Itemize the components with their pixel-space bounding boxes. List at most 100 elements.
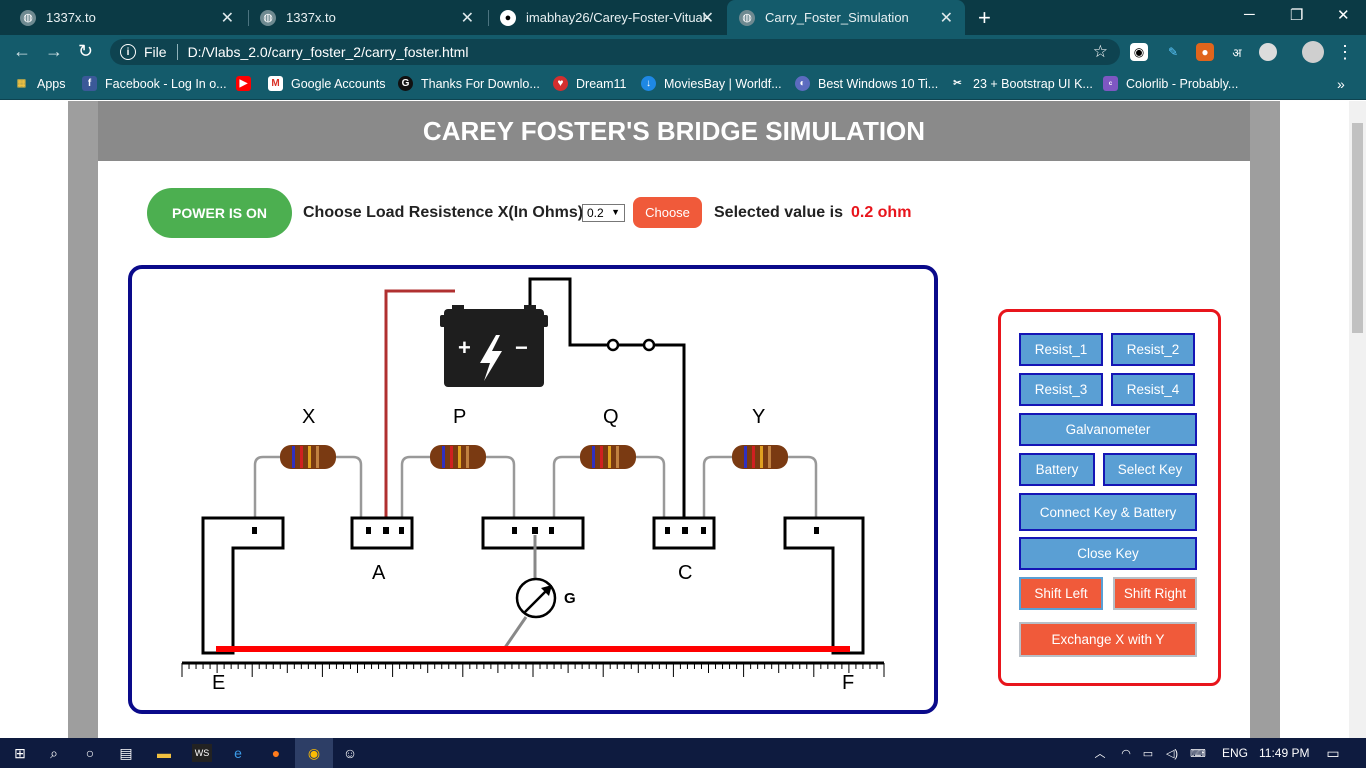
new-tab-plus-icon[interactable]: + bbox=[978, 5, 991, 31]
browser-tab-active[interactable]: ◍ Carry_Foster_Simulation ✕ bbox=[727, 0, 965, 35]
firefox-icon[interactable]: ● bbox=[266, 744, 286, 762]
close-tab-icon[interactable]: ✕ bbox=[461, 8, 474, 28]
shift-right-button[interactable]: Shift Right bbox=[1113, 577, 1197, 610]
battery-button[interactable]: Battery bbox=[1019, 453, 1095, 486]
facebook-icon: f bbox=[82, 76, 97, 91]
address-bar[interactable]: i File D:/Vlabs_2.0/carry_foster_2/carry… bbox=[110, 39, 1120, 65]
info-icon[interactable]: i bbox=[120, 44, 136, 60]
bookmark-google-accounts[interactable]: M Google Accounts bbox=[268, 76, 386, 91]
bookmark-facebook[interactable]: f Facebook - Log In o... bbox=[82, 76, 227, 91]
close-tab-icon[interactable]: ✕ bbox=[940, 8, 953, 28]
key-wire bbox=[654, 343, 686, 529]
bookmark-colorlib[interactable]: c Colorlib - Probably... bbox=[1103, 76, 1238, 91]
terminal-screws bbox=[252, 527, 819, 534]
address-scheme: File bbox=[144, 44, 167, 60]
exchange-x-y-button[interactable]: Exchange X with Y bbox=[1019, 622, 1197, 657]
page-title: CAREY FOSTER'S BRIDGE SIMULATION bbox=[98, 101, 1250, 161]
apps-grid-icon: ▦ bbox=[16, 78, 27, 89]
webstorm-icon[interactable]: WS bbox=[192, 744, 212, 762]
galvanometer-button[interactable]: Galvanometer bbox=[1019, 413, 1197, 446]
colorlib-icon: c bbox=[1103, 76, 1118, 91]
tray-chevron-icon[interactable]: ︿ bbox=[1090, 744, 1110, 762]
key-terminal-left[interactable] bbox=[606, 338, 620, 352]
extension-reader-icon[interactable]: ◉ bbox=[1130, 43, 1148, 61]
search-icon[interactable]: ⌕ bbox=[44, 744, 64, 762]
bookmark-thanks[interactable]: G Thanks For Downlo... bbox=[398, 76, 540, 91]
key-terminal-right[interactable] bbox=[642, 338, 656, 352]
terminal-block-e bbox=[201, 516, 285, 655]
resist-4-button[interactable]: Resist_4 bbox=[1111, 373, 1195, 406]
battery-plus-symbol: + bbox=[458, 335, 471, 360]
browser-tab[interactable]: ◍ 1337x.to ✕ bbox=[248, 0, 486, 35]
reload-icon[interactable]: ↻ bbox=[78, 41, 93, 62]
close-tab-icon[interactable]: ✕ bbox=[701, 8, 714, 28]
extension-hindi-icon[interactable]: अ bbox=[1228, 43, 1246, 61]
clock[interactable]: 11:49 PM bbox=[1259, 746, 1309, 760]
circuit-diagram: + − X P Q Y A C G E F bbox=[181, 277, 885, 694]
shift-left-button[interactable]: Shift Left bbox=[1019, 577, 1103, 610]
scrollbar-thumb[interactable] bbox=[1352, 123, 1363, 333]
resist-1-button[interactable]: Resist_1 bbox=[1019, 333, 1103, 366]
resistor-x[interactable] bbox=[253, 445, 363, 529]
bookmark-youtube[interactable]: ▶ bbox=[236, 76, 259, 91]
battery-tray-icon[interactable]: ▭ bbox=[1138, 744, 1158, 762]
resist-2-button[interactable]: Resist_2 bbox=[1111, 333, 1195, 366]
node-label-a: A bbox=[372, 562, 386, 584]
forward-arrow-icon[interactable]: → bbox=[45, 41, 63, 62]
avatar[interactable] bbox=[1302, 41, 1324, 63]
browser-tab-strip: ◍ 1337x.to ✕ ◍ 1337x.to ✕ ● imabhay26/Ca… bbox=[0, 0, 1366, 35]
volume-icon[interactable]: ◁) bbox=[1162, 744, 1182, 762]
battery-icon[interactable]: + − bbox=[440, 305, 548, 387]
select-key-button[interactable]: Select Key bbox=[1103, 453, 1197, 486]
menu-dots-icon[interactable]: ⋮ bbox=[1336, 42, 1354, 62]
back-arrow-icon[interactable]: ← bbox=[13, 41, 31, 62]
resistor-y[interactable] bbox=[702, 445, 818, 529]
chrome-icon[interactable]: ◉ bbox=[295, 738, 333, 768]
connect-key-battery-button[interactable]: Connect Key & Battery bbox=[1019, 493, 1197, 531]
jockey-wire bbox=[502, 616, 528, 650]
close-key-button[interactable]: Close Key bbox=[1019, 537, 1197, 570]
choose-button[interactable]: Choose bbox=[633, 197, 702, 228]
galvanometer-icon[interactable] bbox=[515, 577, 557, 619]
bookmark-apps[interactable]: ▦ Apps bbox=[14, 76, 66, 91]
resistor-q[interactable] bbox=[552, 445, 666, 529]
tab-title: 1337x.to bbox=[286, 10, 336, 25]
gmail-icon: M bbox=[268, 76, 283, 91]
bookmark-moviesbay[interactable]: ↓ MoviesBay | Worldf... bbox=[641, 76, 782, 91]
browser-tab[interactable]: ● imabhay26/Carey-Foster-Vitual-L ✕ bbox=[488, 0, 726, 35]
cortana-icon[interactable]: ○ bbox=[80, 744, 100, 762]
file-explorer-icon[interactable]: ▬ bbox=[154, 744, 174, 762]
maximize-icon[interactable]: ❐ bbox=[1290, 6, 1303, 24]
edge-icon[interactable]: e bbox=[228, 744, 248, 762]
feedback-icon[interactable]: ☺ bbox=[340, 744, 360, 762]
bookmark-star-icon[interactable]: ☆ bbox=[1093, 42, 1108, 62]
windows-tips-icon: ◐ bbox=[795, 76, 810, 91]
resist-3-button[interactable]: Resist_3 bbox=[1019, 373, 1103, 406]
bookmark-windows-tips[interactable]: ◐ Best Windows 10 Ti... bbox=[795, 76, 938, 91]
resistor-p[interactable] bbox=[400, 445, 516, 529]
resistor-label-q: Q bbox=[603, 406, 619, 428]
keyboard-icon[interactable]: ⌨ bbox=[1188, 744, 1208, 762]
bookmark-bootstrap[interactable]: ✂ 23 + Bootstrap UI K... bbox=[950, 76, 1093, 91]
tab-title: 1337x.to bbox=[46, 10, 96, 25]
task-view-icon[interactable]: ▤ bbox=[116, 744, 136, 762]
close-tab-icon[interactable]: ✕ bbox=[221, 8, 234, 28]
more-bookmarks-chevron-icon[interactable]: » bbox=[1337, 76, 1345, 92]
browser-tab[interactable]: ◍ 1337x.to ✕ bbox=[8, 0, 246, 35]
page-viewport: CAREY FOSTER'S BRIDGE SIMULATION POWER I… bbox=[0, 101, 1366, 738]
minimize-icon[interactable]: ─ bbox=[1244, 6, 1255, 23]
wifi-icon[interactable]: ◠ bbox=[1116, 744, 1136, 762]
extension-circle-icon[interactable] bbox=[1259, 43, 1277, 61]
power-button[interactable]: POWER IS ON bbox=[147, 188, 292, 238]
extension-fox-icon[interactable]: ● bbox=[1196, 43, 1214, 61]
selected-value-label: Selected value is bbox=[714, 204, 843, 221]
resistance-select[interactable]: 0.2 ▼ bbox=[582, 204, 625, 222]
notifications-icon[interactable]: ▭ bbox=[1323, 744, 1343, 762]
resistor-label-x: X bbox=[302, 406, 315, 428]
close-window-icon[interactable]: ✕ bbox=[1337, 6, 1350, 24]
windows-start-icon[interactable]: ⊞ bbox=[10, 744, 30, 762]
extension-dropper-icon[interactable]: ✎ bbox=[1164, 43, 1182, 61]
bookmark-dream11[interactable]: ♥ Dream11 bbox=[553, 76, 626, 91]
language-indicator[interactable]: ENG bbox=[1222, 746, 1248, 760]
choose-resistance-label: Choose Load Resistence X(In Ohms) bbox=[303, 204, 584, 221]
